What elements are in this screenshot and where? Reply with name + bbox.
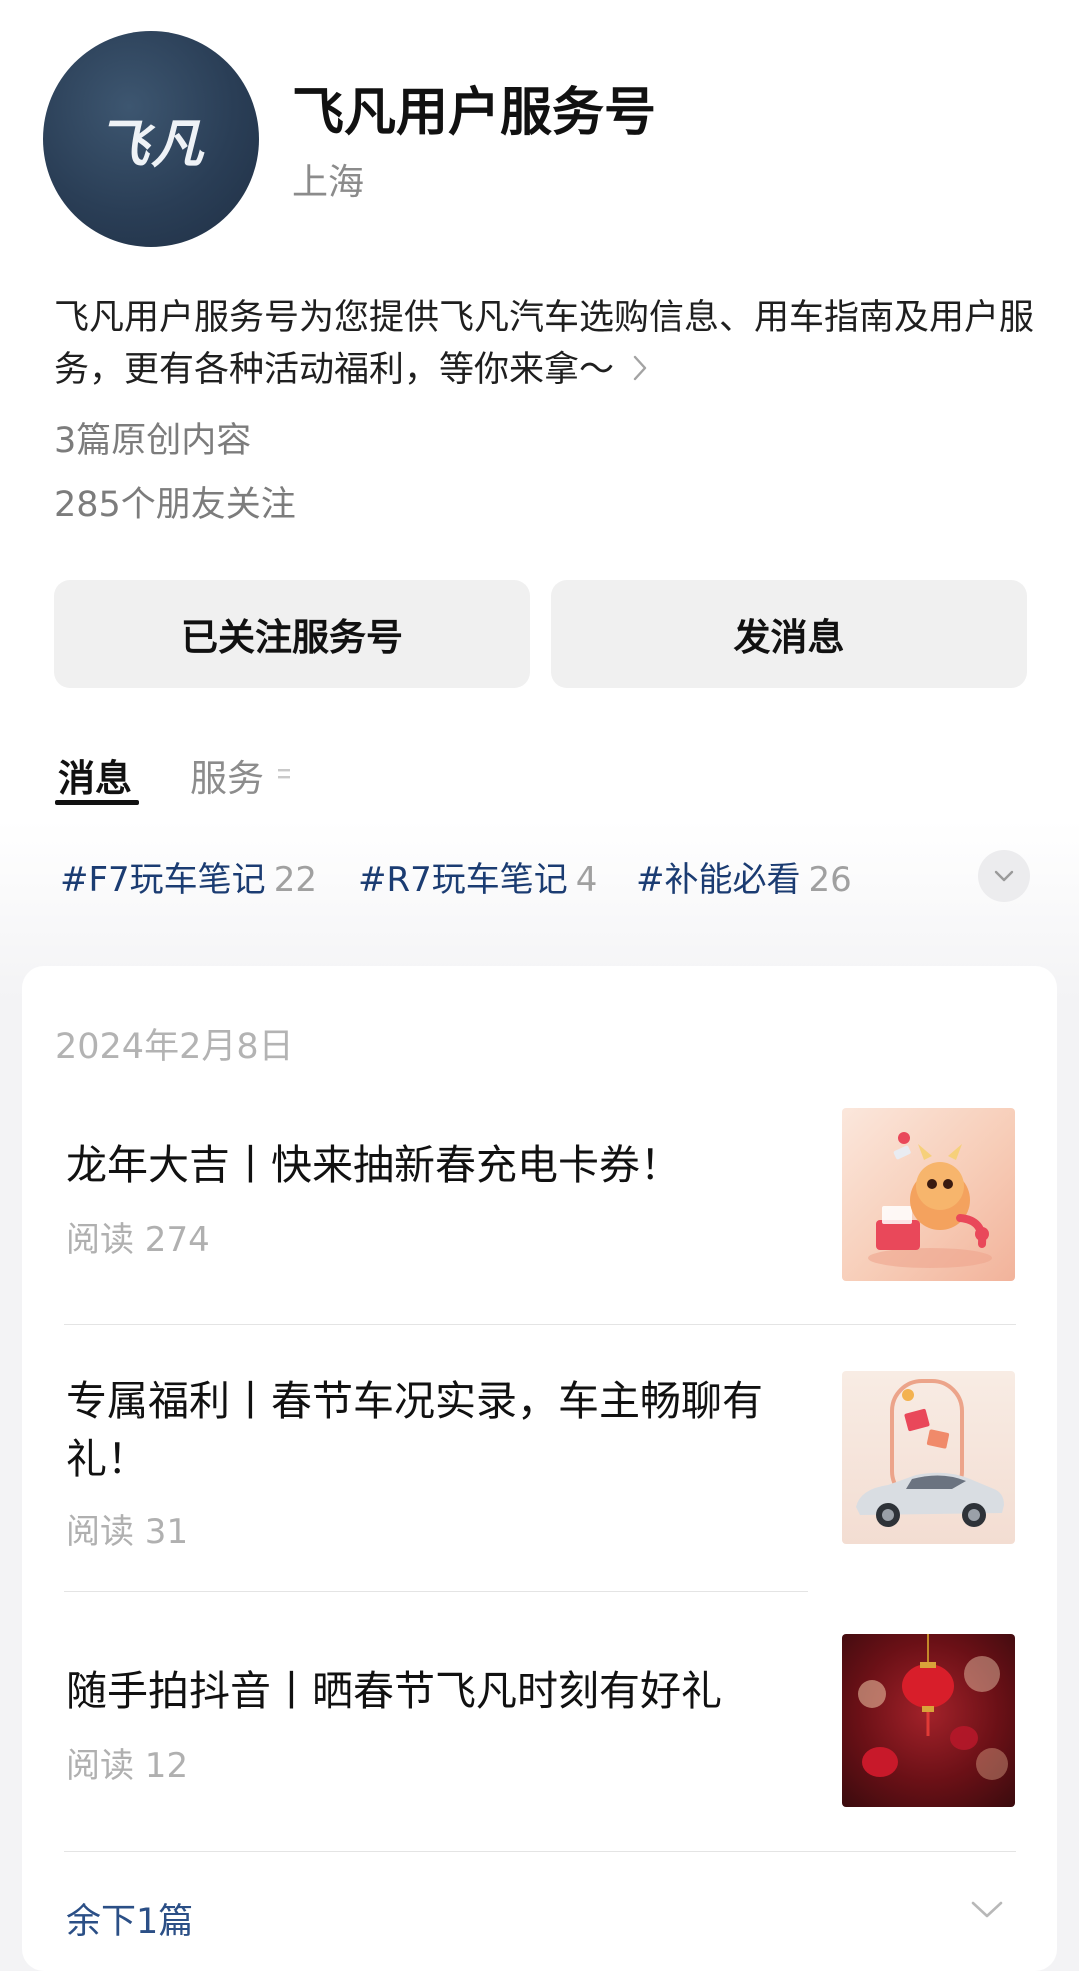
article-title[interactable]: 龙年大吉丨快来抽新春充电卡券！ [66, 1136, 806, 1194]
original-content-count[interactable]: 3篇原创内容 [54, 412, 251, 463]
tab-services[interactable]: 服务 [190, 748, 264, 802]
article-read-count: 阅读 12 [66, 1746, 189, 1786]
account-avatar[interactable]: 飞凡 [43, 31, 259, 247]
article-title[interactable]: 专属福利丨春节车况实录，车主畅聊有礼！ [66, 1372, 806, 1488]
tag-charging-must-read[interactable]: #补能必看 26 [636, 852, 852, 901]
tag-count: 26 [808, 860, 852, 900]
tag-label: #补能必看 [636, 860, 801, 900]
active-tab-indicator [55, 800, 139, 805]
article-read-count: 阅读 31 [66, 1512, 189, 1552]
send-message-button[interactable]: 发消息 [551, 580, 1027, 688]
tag-f7-notes[interactable]: #F7玩车笔记 22 [60, 852, 317, 901]
account-name: 飞凡用户服务号 [292, 83, 657, 143]
car-illustration-icon [856, 1379, 1004, 1527]
followed-button[interactable]: 已关注服务号 [54, 580, 530, 688]
tag-count: 22 [273, 860, 317, 900]
chevron-down-icon[interactable] [970, 1900, 1004, 1924]
article-thumbnail[interactable] [842, 1371, 1015, 1544]
tab-messages[interactable]: 消息 [58, 748, 132, 802]
tag-label: #F7玩车笔记 [60, 860, 266, 900]
friends-following-count[interactable]: 285个朋友关注 [54, 476, 296, 527]
tag-r7-notes[interactable]: #R7玩车笔记 4 [358, 852, 597, 901]
dragon-illustration-icon [868, 1132, 992, 1268]
tag-count: 4 [575, 860, 598, 900]
article-title[interactable]: 随手拍抖音丨晒春节飞凡时刻有好礼 [66, 1662, 806, 1720]
account-description: 飞凡用户服务号为您提供飞凡汽车选购信息、用车指南及用户服务，更有各种活动福利，等… [54, 298, 1035, 390]
menu-lines-icon[interactable] [277, 762, 291, 792]
article-thumbnail[interactable] [842, 1108, 1015, 1281]
account-location: 上海 [292, 162, 365, 203]
article-thumbnail[interactable] [842, 1634, 1015, 1807]
expand-tags-button[interactable] [978, 850, 1030, 902]
article-divider [64, 1851, 1016, 1852]
post-date: 2024年2月8日 [55, 1027, 294, 1067]
article-divider [64, 1324, 1016, 1325]
chevron-down-icon [994, 870, 1014, 882]
lanterns-photo-icon [858, 1634, 1008, 1780]
tag-label: #R7玩车笔记 [358, 860, 568, 900]
avatar-logo-text: 飞凡 [96, 113, 205, 175]
remaining-articles-link[interactable]: 余下1篇 [66, 1893, 193, 1944]
article-read-count: 阅读 274 [66, 1220, 210, 1260]
article-divider [64, 1591, 808, 1592]
account-description-block[interactable]: 飞凡用户服务号为您提供飞凡汽车选购信息、用车指南及用户服务，更有各种活动福利，等… [54, 292, 1034, 396]
chevron-right-icon[interactable] [632, 344, 648, 396]
